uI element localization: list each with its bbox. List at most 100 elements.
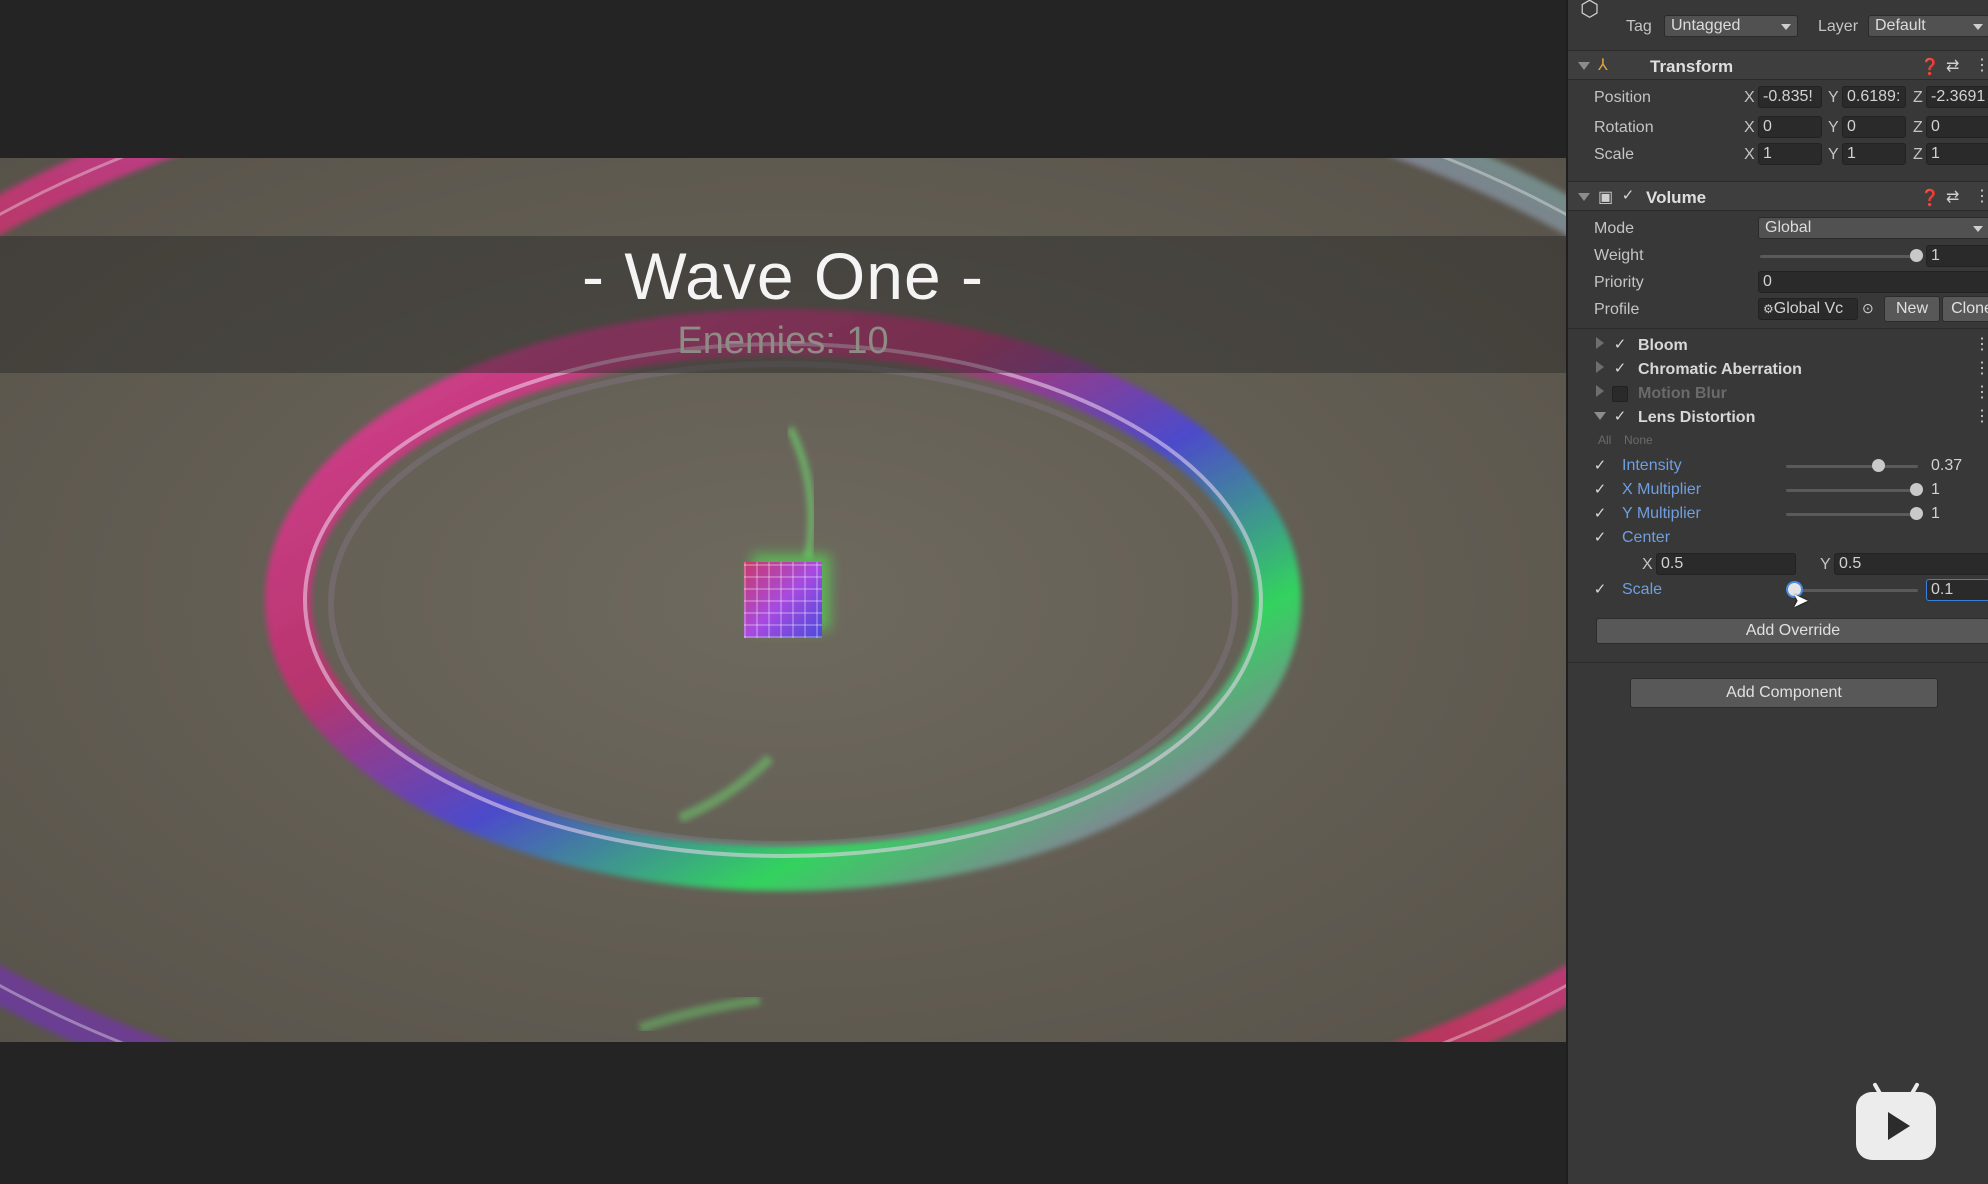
scale-checkmark-icon[interactable]: ✓ — [1592, 582, 1608, 598]
scale-y-field[interactable]: 1 — [1842, 143, 1906, 165]
position-x-field[interactable]: -0.835! — [1758, 86, 1822, 108]
transform-header[interactable]: ⅄ Transform ❓ ⇄ ⋮ — [1568, 50, 1988, 80]
layer-dropdown[interactable]: Default — [1868, 15, 1988, 37]
scale-y-label[interactable]: Y — [1828, 146, 1839, 164]
x-multiplier-label: X Multiplier — [1622, 481, 1702, 498]
scale-x-label[interactable]: X — [1744, 146, 1755, 164]
bloom-label[interactable]: Bloom — [1638, 337, 1688, 355]
add-component-button[interactable]: Add Component — [1630, 678, 1938, 708]
preset-icon[interactable]: ⇄ — [1946, 56, 1959, 76]
all-toggle[interactable]: All — [1598, 433, 1611, 447]
intensity-checkmark-icon[interactable]: ✓ — [1592, 458, 1608, 474]
foldout-arrow-icon[interactable] — [1596, 385, 1604, 397]
position-y-label[interactable]: Y — [1828, 89, 1839, 107]
enemies-count: Enemies: 10 — [677, 320, 889, 362]
chromatic-checkmark-icon[interactable]: ✓ — [1612, 361, 1628, 377]
volume-icon: ▣ — [1598, 189, 1614, 206]
clone-profile-button[interactable]: Clone — [1942, 296, 1988, 322]
rotation-x-field[interactable]: 0 — [1758, 116, 1822, 138]
foldout-arrow-icon[interactable] — [1596, 337, 1604, 349]
weight-field[interactable]: 1 — [1926, 245, 1988, 267]
x-multiplier-checkmark-icon[interactable]: ✓ — [1592, 482, 1608, 498]
add-override-button[interactable]: Add Override — [1596, 618, 1988, 644]
scale-z-label[interactable]: Z — [1913, 146, 1923, 164]
center-x-field[interactable]: 0.5 — [1656, 553, 1796, 575]
foldout-arrow-icon[interactable] — [1596, 361, 1604, 373]
profile-value: Global Vc — [1773, 300, 1844, 317]
center-checkmark-icon[interactable]: ✓ — [1592, 530, 1608, 546]
intensity-slider-knob[interactable] — [1872, 459, 1885, 472]
weight-label: Weight — [1594, 247, 1644, 264]
center-y-label[interactable]: Y — [1820, 556, 1831, 574]
center-x-label[interactable]: X — [1642, 556, 1653, 574]
bloom-checkmark-icon[interactable]: ✓ — [1612, 337, 1628, 353]
y-multiplier-slider-track[interactable] — [1786, 513, 1918, 516]
y-multiplier-slider-knob[interactable] — [1910, 507, 1923, 520]
wave-title: - Wave One - — [582, 239, 984, 313]
center-y-field[interactable]: 0.5 — [1834, 553, 1988, 575]
position-z-field[interactable]: -2.3691 — [1926, 86, 1988, 108]
tag-dropdown[interactable]: Untagged — [1664, 15, 1798, 37]
intensity-label: Intensity — [1622, 457, 1682, 474]
inspector-panel: ⬡ Tag Untagged Layer Default ⅄ Transform… — [1566, 0, 1988, 1184]
profile-field[interactable]: ⚙Global Vc — [1758, 298, 1858, 320]
tag-label: Tag — [1626, 18, 1652, 35]
rotation-z-label[interactable]: Z — [1913, 119, 1923, 137]
tag-value: Untagged — [1671, 17, 1741, 34]
chevron-down-icon — [1781, 24, 1791, 30]
kebab-menu-icon[interactable]: ⋮ — [1974, 382, 1988, 402]
foldout-arrow-icon[interactable] — [1578, 193, 1590, 201]
x-multiplier-field[interactable]: 1 — [1926, 479, 1988, 501]
intensity-field[interactable]: 0.37 — [1926, 455, 1988, 477]
separator — [1568, 662, 1988, 663]
position-x-label[interactable]: X — [1744, 89, 1755, 107]
x-multiplier-slider-track[interactable] — [1786, 489, 1918, 492]
lens-distortion-checkmark-icon[interactable]: ✓ — [1612, 409, 1628, 425]
rotation-x-label[interactable]: X — [1744, 119, 1755, 137]
layer-value: Default — [1875, 17, 1926, 34]
preset-icon[interactable]: ⇄ — [1946, 187, 1959, 207]
rotation-z-field[interactable]: 0 — [1926, 116, 1988, 138]
new-profile-button[interactable]: New — [1884, 296, 1940, 322]
foldout-arrow-icon[interactable] — [1578, 62, 1590, 70]
motion-blur-label[interactable]: Motion Blur — [1638, 385, 1727, 403]
scale-z-field[interactable]: 1 — [1926, 143, 1988, 165]
position-y-field[interactable]: 0.6189: — [1842, 86, 1906, 108]
rotation-y-label[interactable]: Y — [1828, 119, 1839, 137]
position-z-label[interactable]: Z — [1913, 89, 1923, 107]
kebab-menu-icon[interactable]: ⋮ — [1974, 334, 1988, 354]
volume-enabled-checkmark-icon[interactable]: ✓ — [1620, 188, 1636, 204]
transform-title: Transform — [1650, 57, 1734, 76]
y-multiplier-checkmark-icon[interactable]: ✓ — [1592, 506, 1608, 522]
foldout-arrow-icon[interactable] — [1594, 412, 1606, 420]
lens-distortion-label[interactable]: Lens Distortion — [1638, 409, 1755, 427]
volume-title: Volume — [1646, 188, 1707, 207]
scale-x-field[interactable]: 1 — [1758, 143, 1822, 165]
chromatic-aberration-label[interactable]: Chromatic Aberration — [1638, 361, 1802, 379]
help-icon[interactable]: ❓ — [1920, 188, 1940, 208]
intensity-slider-track[interactable] — [1786, 465, 1918, 468]
x-multiplier-slider-knob[interactable] — [1910, 483, 1923, 496]
y-multiplier-field[interactable]: 1 — [1926, 503, 1988, 525]
game-view: - Wave One - Enemies: 10 — [0, 0, 1566, 1184]
rotation-label: Rotation — [1594, 119, 1654, 136]
volume-header[interactable]: ▣ ✓ Volume ❓ ⇄ ⋮ — [1568, 181, 1988, 211]
motion-blur-checkbox[interactable] — [1612, 386, 1628, 402]
none-toggle[interactable]: None — [1624, 433, 1653, 447]
mode-dropdown[interactable]: Global — [1758, 217, 1988, 239]
player-cube — [744, 562, 822, 638]
kebab-menu-icon[interactable]: ⋮ — [1974, 358, 1988, 378]
lens-scale-field[interactable]: 0.1 — [1926, 579, 1988, 601]
app-root: - Wave One - Enemies: 10 ⬡ Tag Untagged … — [0, 0, 1988, 1184]
weight-slider-track[interactable] — [1760, 255, 1916, 258]
weight-slider-knob[interactable] — [1910, 249, 1923, 262]
help-icon[interactable]: ❓ — [1920, 57, 1940, 77]
object-picker-icon[interactable]: ⊙ — [1862, 300, 1874, 317]
priority-field[interactable]: 0 — [1758, 271, 1988, 293]
green-streak — [638, 995, 761, 1033]
rotation-y-field[interactable]: 0 — [1842, 116, 1906, 138]
kebab-menu-icon[interactable]: ⋮ — [1974, 55, 1988, 75]
kebab-menu-icon[interactable]: ⋮ — [1974, 406, 1988, 426]
y-multiplier-label: Y Multiplier — [1622, 505, 1701, 522]
kebab-menu-icon[interactable]: ⋮ — [1974, 186, 1988, 206]
